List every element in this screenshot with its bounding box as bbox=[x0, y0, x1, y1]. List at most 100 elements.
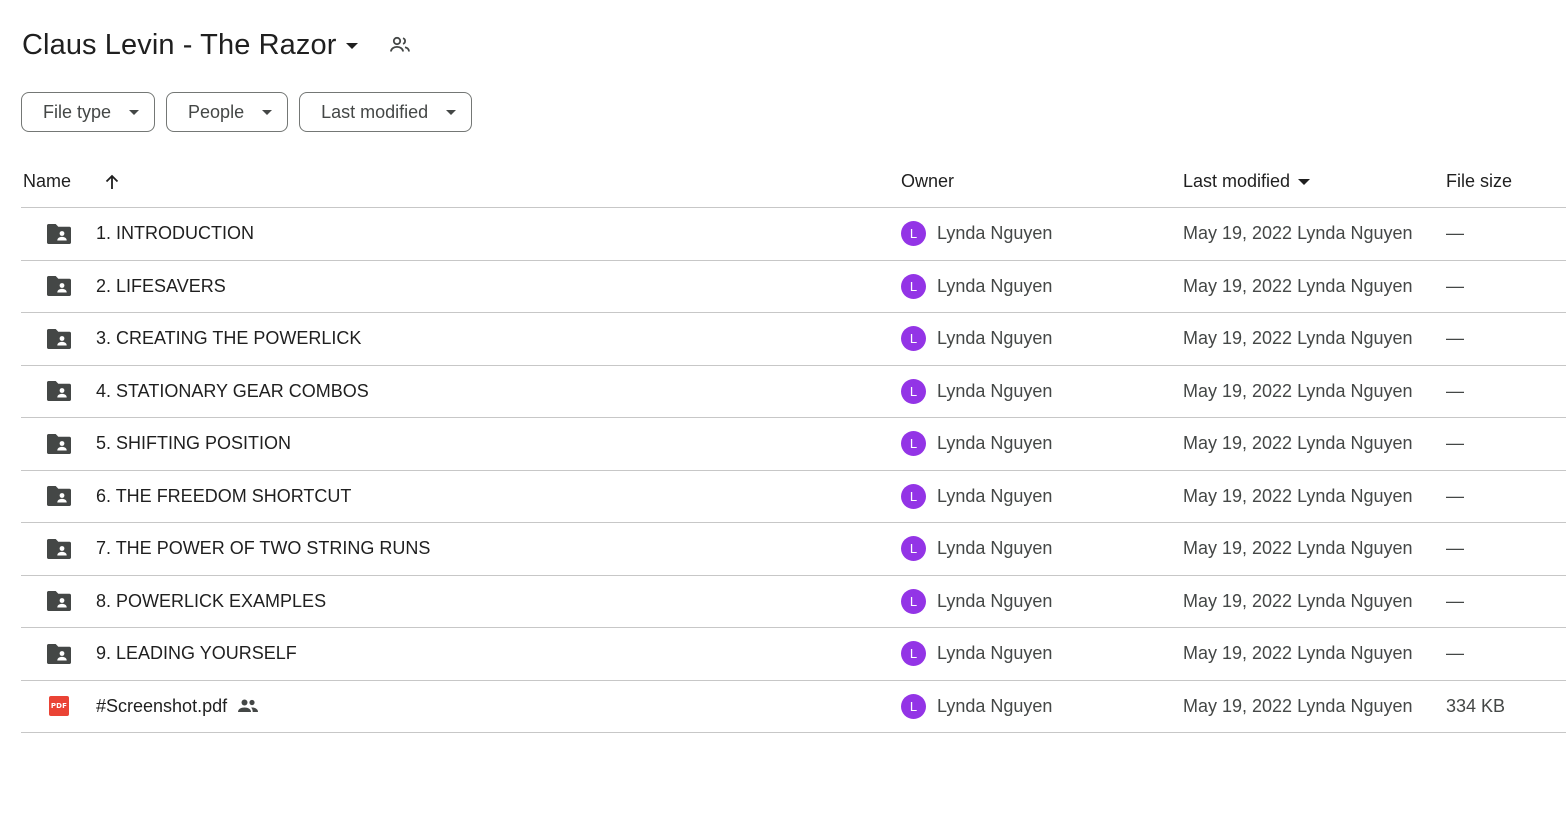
avatar: L bbox=[901, 431, 926, 457]
file-name: #Screenshot.pdf bbox=[96, 695, 228, 716]
last-modified-cell: May 19, 2022 Lynda Nguyen bbox=[1183, 485, 1413, 506]
file-row[interactable]: PDF #Screenshot.pdf L Lynda Nguyen May 19, 2… bbox=[21, 681, 1566, 733]
owner-cell: L Lynda Nguyen bbox=[901, 523, 1052, 575]
people-filter-label: People bbox=[188, 101, 245, 122]
caret-down-icon bbox=[1298, 178, 1311, 185]
column-file-size-label: File size bbox=[1446, 171, 1513, 191]
file-size-cell: — bbox=[1446, 590, 1464, 611]
avatar: L bbox=[901, 641, 926, 667]
file-name-cell: 4. STATIONARY GEAR COMBOS bbox=[96, 366, 369, 418]
last-modified-cell: May 19, 2022 Lynda Nguyen bbox=[1183, 538, 1413, 559]
column-name[interactable]: Name bbox=[23, 156, 71, 207]
owner-cell: L Lynda Nguyen bbox=[901, 208, 1052, 260]
owner-name: Lynda Nguyen bbox=[937, 643, 1053, 664]
drive-folder-view: Claus Levin - The Razor File type People… bbox=[0, 0, 1566, 813]
file-name-cell: 1. INTRODUCTION bbox=[96, 208, 254, 260]
file-name-cell: 8. POWERLICK EXAMPLES bbox=[96, 576, 326, 628]
people-filter[interactable]: People bbox=[166, 92, 289, 132]
file-type-filter-label: File type bbox=[43, 101, 112, 122]
file-size-cell: 334 KB bbox=[1446, 695, 1506, 716]
file-row[interactable]: 4. STATIONARY GEAR COMBOS L Lynda Nguyen Ma… bbox=[21, 366, 1566, 418]
avatar: L bbox=[901, 588, 926, 614]
last-modified-cell: May 19, 2022 Lynda Nguyen bbox=[1183, 328, 1413, 349]
shared-folder-icon bbox=[45, 313, 73, 365]
file-name: 6. THE FREEDOM SHORTCUT bbox=[96, 485, 352, 506]
file-size-cell: — bbox=[1446, 538, 1464, 559]
file-name: 1. INTRODUCTION bbox=[96, 223, 255, 244]
avatar: L bbox=[901, 273, 926, 299]
arrow-up-icon[interactable] bbox=[101, 156, 123, 207]
last-modified-cell: May 19, 2022 Lynda Nguyen bbox=[1183, 433, 1413, 454]
last-modified-cell: May 19, 2022 Lynda Nguyen bbox=[1183, 695, 1413, 716]
owner-cell: L Lynda Nguyen bbox=[901, 576, 1052, 628]
avatar: L bbox=[901, 693, 926, 719]
file-size-cell: — bbox=[1446, 223, 1464, 244]
owner-name: Lynda Nguyen bbox=[937, 590, 1053, 611]
owner-cell: L Lynda Nguyen bbox=[901, 366, 1052, 418]
avatar: L bbox=[901, 536, 926, 562]
file-row[interactable]: 7. THE POWER OF TWO STRING RUNS L Lynda Ng… bbox=[21, 523, 1566, 576]
file-row[interactable]: 9. LEADING YOURSELF L Lynda Nguyen May 19, … bbox=[21, 628, 1566, 681]
file-row[interactable]: 8. POWERLICK EXAMPLES L Lynda Nguyen May 19… bbox=[21, 576, 1566, 628]
owner-cell: L Lynda Nguyen bbox=[901, 681, 1052, 733]
shared-folder-icon bbox=[45, 418, 73, 470]
file-list-header: Name Owner Last modified File size bbox=[21, 156, 1566, 208]
file-row[interactable]: 2. LIFESAVERS L Lynda Nguyen May 19, 2022 L… bbox=[21, 261, 1566, 313]
filter-chips: File type People Last modified bbox=[21, 92, 473, 132]
file-type-filter[interactable]: File type bbox=[21, 92, 156, 132]
shared-people-icon bbox=[237, 698, 259, 714]
file-name-cell: 7. THE POWER OF TWO STRING RUNS bbox=[96, 523, 430, 575]
last-modified-cell: May 19, 2022 Lynda Nguyen bbox=[1183, 380, 1413, 401]
owner-name: Lynda Nguyen bbox=[937, 275, 1053, 296]
column-owner-label: Owner bbox=[901, 171, 955, 191]
file-name-cell: 2. LIFESAVERS bbox=[96, 261, 226, 313]
pdf-badge: PDF bbox=[49, 696, 69, 717]
avatar: L bbox=[901, 221, 926, 247]
file-row[interactable]: 5. SHIFTING POSITION L Lynda Nguyen May 19,… bbox=[21, 418, 1566, 471]
file-size-cell: — bbox=[1446, 485, 1464, 506]
last-modified-cell: May 19, 2022 Lynda Nguyen bbox=[1183, 275, 1413, 296]
file-row[interactable]: 1. INTRODUCTION L Lynda Nguyen May 19, 2022… bbox=[21, 208, 1566, 261]
file-size-cell: — bbox=[1446, 328, 1464, 349]
file-size-cell: — bbox=[1446, 380, 1464, 401]
file-name: 9. LEADING YOURSELF bbox=[96, 643, 297, 664]
shared-folder-icon bbox=[45, 261, 73, 313]
shared-folder-icon bbox=[45, 366, 73, 418]
file-row[interactable]: 3. CREATING THE POWERLICK L Lynda Nguyen Ma… bbox=[21, 313, 1566, 366]
file-name-cell: 3. CREATING THE POWERLICK bbox=[96, 313, 361, 365]
caret-down-icon bbox=[129, 109, 140, 115]
shared-folder-icon bbox=[45, 576, 73, 628]
file-row[interactable]: 6. THE FREEDOM SHORTCUT L Lynda Nguyen May … bbox=[21, 471, 1566, 523]
owner-name: Lynda Nguyen bbox=[937, 695, 1053, 716]
file-name: 4. STATIONARY GEAR COMBOS bbox=[96, 380, 369, 401]
owner-cell: L Lynda Nguyen bbox=[901, 418, 1052, 470]
shared-folder-icon bbox=[45, 208, 73, 260]
column-file-size[interactable]: File size bbox=[1446, 156, 1512, 207]
file-name-cell: #Screenshot.pdf bbox=[96, 681, 259, 733]
last-modified-filter[interactable]: Last modified bbox=[299, 92, 473, 132]
column-last-modified-label: Last modified bbox=[1183, 171, 1291, 191]
avatar: L bbox=[901, 378, 926, 404]
file-name: 3. CREATING THE POWERLICK bbox=[96, 328, 362, 349]
shared-folder-icon bbox=[45, 471, 73, 523]
owner-cell: L Lynda Nguyen bbox=[901, 628, 1052, 680]
caret-down-icon bbox=[346, 43, 359, 49]
owner-name: Lynda Nguyen bbox=[937, 328, 1053, 349]
folder-title-button[interactable]: Claus Levin - The Razor bbox=[22, 29, 359, 62]
caret-down-icon bbox=[446, 109, 457, 115]
file-name-cell: 6. THE FREEDOM SHORTCUT bbox=[96, 471, 351, 523]
file-size-cell: — bbox=[1446, 275, 1464, 296]
column-owner[interactable]: Owner bbox=[901, 156, 954, 207]
avatar: L bbox=[901, 326, 926, 352]
last-modified-cell: May 19, 2022 Lynda Nguyen bbox=[1183, 590, 1413, 611]
column-last-modified[interactable]: Last modified bbox=[1183, 156, 1311, 207]
people-icon[interactable] bbox=[388, 33, 412, 57]
owner-name: Lynda Nguyen bbox=[937, 433, 1053, 454]
folder-header: Claus Levin - The Razor bbox=[22, 24, 412, 66]
file-name: 2. LIFESAVERS bbox=[96, 275, 226, 296]
owner-cell: L Lynda Nguyen bbox=[901, 261, 1052, 313]
last-modified-cell: May 19, 2022 Lynda Nguyen bbox=[1183, 223, 1413, 244]
file-size-cell: — bbox=[1446, 433, 1464, 454]
pdf-icon: PDF bbox=[45, 681, 73, 733]
shared-folder-icon bbox=[45, 628, 73, 680]
